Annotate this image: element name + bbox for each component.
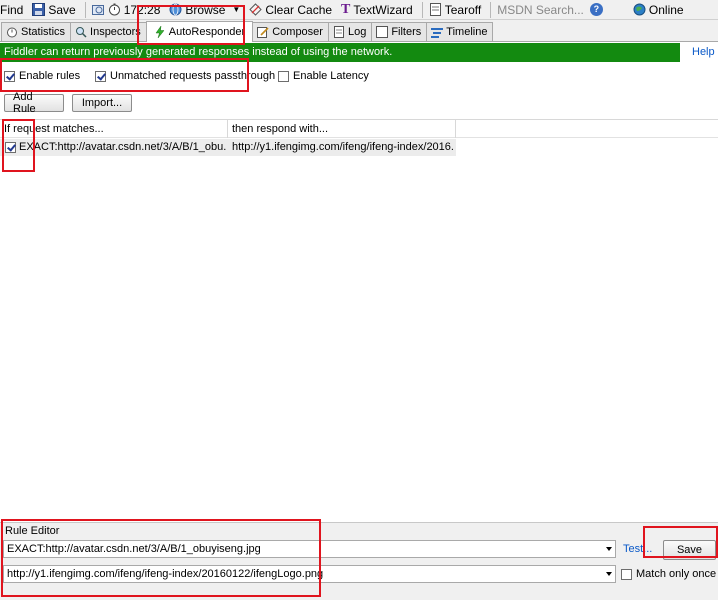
rule-match-cell[interactable]: EXACT:http://avatar.csdn.net/3/A/B/1_obu…: [19, 139, 227, 156]
tab-timeline[interactable]: Timeline: [426, 22, 494, 41]
toolbar-separator: [490, 1, 492, 18]
document-icon: [333, 26, 344, 38]
tearoff-label: Tearoff: [444, 2, 482, 17]
tearoff-icon: [429, 3, 441, 16]
column-header-match[interactable]: If request matches...: [0, 120, 228, 138]
rule-editor-panel: Rule Editor EXACT:http://avatar.csdn.net…: [0, 522, 718, 600]
tab-log[interactable]: Log: [327, 22, 373, 41]
clear-cache-icon: [249, 3, 263, 16]
msdn-search-input[interactable]: MSDN Search...: [497, 3, 584, 17]
toolbar-separator: [421, 1, 423, 18]
process-label: 172:28: [123, 2, 161, 17]
column-header-respond[interactable]: then respond with...: [228, 120, 456, 138]
save-rule-button[interactable]: Save: [663, 540, 716, 560]
browse-button[interactable]: Browse ▼: [169, 3, 240, 17]
table-row[interactable]: EXACT:http://avatar.csdn.net/3/A/B/1_obu…: [0, 139, 456, 156]
respond-rule-combobox[interactable]: http://y1.ifengimg.com/ifeng/ifeng-index…: [3, 565, 616, 583]
floppy-disk-icon: [32, 3, 46, 16]
textwizard-button[interactable]: T TextWizard: [341, 2, 413, 18]
info-banner: Fiddler can return previously generated …: [0, 43, 680, 62]
respond-rule-value: http://y1.ifengimg.com/ifeng/ifeng-index…: [7, 568, 324, 580]
save-label: Save: [48, 2, 76, 17]
add-rule-button[interactable]: Add Rule: [4, 91, 64, 115]
clear-cache-button[interactable]: Clear Cache: [249, 3, 332, 17]
match-only-once-checkbox[interactable]: Match only once: [621, 568, 716, 580]
enable-rules-checkbox[interactable]: Enable rules: [4, 70, 80, 82]
tab-strip: Statistics Inspectors AutoResponder Comp…: [0, 20, 718, 42]
chevron-down-icon[interactable]: [606, 572, 612, 576]
checkbox-box[interactable]: [95, 70, 106, 82]
match-only-once-label: Match only once: [636, 568, 717, 580]
textwizard-icon: T: [341, 1, 351, 17]
checkbox-box[interactable]: [4, 70, 15, 82]
lightning-icon: [155, 26, 165, 38]
online-globe-icon: [633, 3, 646, 16]
online-label: Online: [648, 2, 684, 17]
tab-autoresponder[interactable]: AutoResponder: [145, 21, 254, 42]
main-toolbar: Find Save 172:28 Browse ▼ Clear Cache T …: [0, 0, 718, 20]
rules-grid-header: If request matches... then respond with.…: [0, 119, 718, 138]
checkbox-icon: [376, 26, 389, 38]
find-label: Find: [0, 2, 24, 17]
tab-composer[interactable]: Composer: [252, 22, 329, 41]
checkbox-box[interactable]: [278, 70, 289, 82]
rule-editor-title: Rule Editor: [5, 525, 60, 537]
browse-label: Browse: [185, 2, 226, 17]
tab-label: AutoResponder: [168, 26, 246, 38]
banner-text: Fiddler can return previously generated …: [4, 46, 393, 58]
clear-cache-label: Clear Cache: [265, 2, 333, 17]
unmatched-label: Unmatched requests passthrough: [110, 70, 276, 82]
import-button[interactable]: Import...: [72, 94, 132, 112]
timeline-icon: [431, 28, 444, 38]
checkbox-box[interactable]: [621, 568, 632, 580]
textwizard-label: TextWizard: [353, 2, 413, 17]
tab-label: Composer: [272, 26, 323, 38]
stopwatch-icon: [108, 3, 120, 16]
online-indicator[interactable]: Online: [633, 3, 684, 17]
chevron-down-icon[interactable]: [606, 547, 612, 551]
tab-label: Statistics: [21, 26, 66, 38]
enable-latency-label: Enable Latency: [293, 70, 369, 82]
match-rule-combobox[interactable]: EXACT:http://avatar.csdn.net/3/A/B/1_obu…: [3, 540, 616, 558]
rule-enabled-checkbox[interactable]: [5, 142, 16, 153]
chevron-down-icon: ▼: [232, 5, 241, 14]
enable-rules-label: Enable rules: [19, 70, 81, 82]
test-link[interactable]: Test...: [623, 543, 652, 555]
pencil-icon: [257, 27, 269, 38]
magnifier-icon: [76, 27, 87, 38]
find-button[interactable]: Find: [0, 3, 23, 17]
tab-label: Log: [347, 26, 367, 38]
save-button[interactable]: Save: [32, 2, 76, 17]
tab-label: Inspectors: [90, 26, 141, 38]
toolbar-separator: [84, 1, 86, 18]
browser-globe-icon: [169, 3, 182, 16]
tab-statistics[interactable]: Statistics: [1, 22, 72, 41]
process-target-icon: [91, 5, 104, 15]
rule-respond-cell[interactable]: http://y1.ifengimg.com/ifeng/ifeng-index…: [232, 139, 454, 156]
match-rule-value: EXACT:http://avatar.csdn.net/3/A/B/1_obu…: [7, 543, 261, 555]
tab-inspectors[interactable]: Inspectors: [70, 22, 147, 41]
tab-filters[interactable]: Filters: [371, 22, 428, 41]
tearoff-button[interactable]: Tearoff: [429, 3, 481, 17]
enable-latency-checkbox[interactable]: Enable Latency: [278, 70, 369, 82]
process-filter-button[interactable]: 172:28: [91, 2, 161, 17]
stopwatch-icon: [7, 27, 17, 38]
help-link[interactable]: Help: [692, 46, 715, 58]
help-icon[interactable]: ?: [589, 3, 603, 16]
unmatched-passthrough-checkbox[interactable]: Unmatched requests passthrough: [95, 70, 275, 82]
tab-label: Timeline: [446, 26, 488, 38]
tab-label: Filters: [391, 26, 422, 38]
